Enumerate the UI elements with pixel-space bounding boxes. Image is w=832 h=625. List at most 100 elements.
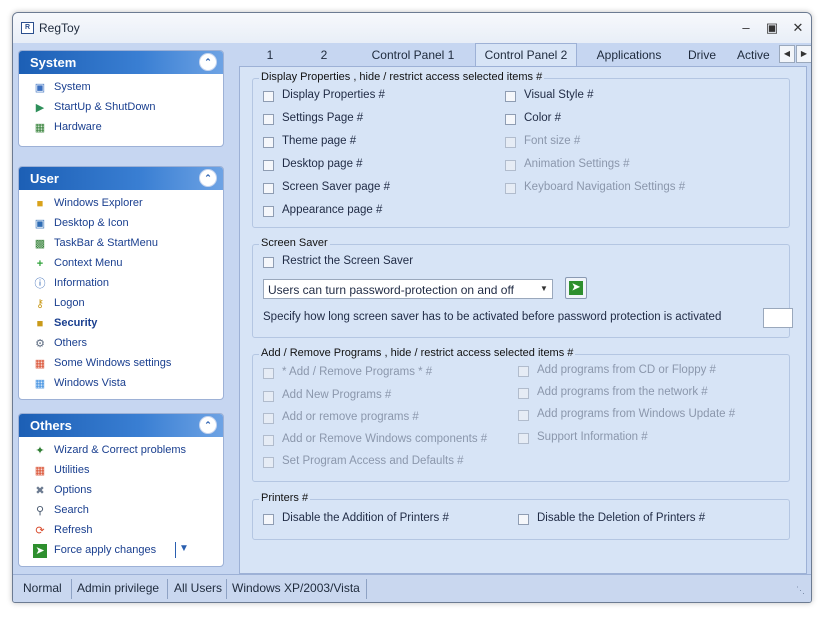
system-panel-header[interactable]: System ⌃ bbox=[19, 51, 223, 74]
info-icon: ⓘ bbox=[34, 278, 46, 290]
dropdown-value: Users can turn password-protection on an… bbox=[268, 283, 514, 297]
user-panel-header[interactable]: User ⌃ bbox=[19, 167, 223, 190]
green-arrow-icon: ➤ bbox=[569, 281, 583, 295]
gear-icon: ⚙ bbox=[35, 338, 45, 350]
app-window: R RegToy – ▣ ✕ System ⌃ ▣ System ▶ Start… bbox=[12, 12, 812, 603]
main-area: 1 2 Control Panel 1 Control Panel 2 Appl… bbox=[239, 43, 811, 574]
printers-title: Printers # bbox=[259, 492, 311, 504]
screen-saver-description: Specify how long screen saver has to be … bbox=[263, 311, 722, 323]
tab-scroll-left-icon[interactable]: ◀ bbox=[779, 45, 795, 63]
minimize-button[interactable]: – bbox=[735, 19, 757, 37]
close-button[interactable]: ✕ bbox=[787, 19, 809, 37]
plus-icon: + bbox=[36, 258, 44, 270]
tab-content-panel: Display Properties , hide / restrict acc… bbox=[239, 66, 807, 574]
tab-applications[interactable]: Applications bbox=[589, 45, 669, 66]
status-mode: Normal bbox=[23, 581, 62, 595]
wizard-icon: ✦ bbox=[35, 445, 45, 457]
checkbox-box bbox=[263, 368, 274, 379]
status-divider bbox=[366, 579, 367, 599]
display-properties-group: Display Properties , hide / restrict acc… bbox=[252, 71, 790, 228]
checkbox-box[interactable] bbox=[263, 114, 274, 125]
status-os: Windows XP/2003/Vista bbox=[232, 581, 360, 595]
screen-saver-title: Screen Saver bbox=[259, 237, 330, 249]
add-remove-programs-group: Add / Remove Programs , hide / restrict … bbox=[252, 347, 790, 482]
others-panel: Others ⌃ ✦ Wizard & Correct problems ▦ U… bbox=[18, 413, 224, 567]
collapse-up-icon[interactable]: ⌃ bbox=[199, 53, 217, 71]
password-protection-dropdown[interactable]: Users can turn password-protection on an… bbox=[263, 279, 553, 299]
key-icon: ⚷ bbox=[35, 298, 45, 310]
checkbox-box[interactable] bbox=[518, 514, 529, 525]
checkbox-box[interactable] bbox=[263, 206, 274, 217]
startup-icon: ▶ bbox=[35, 102, 45, 114]
password-delay-input[interactable] bbox=[763, 308, 793, 328]
checkbox-box[interactable] bbox=[505, 91, 516, 102]
checkbox-box bbox=[518, 410, 529, 421]
apply-arrow-icon: ➤ bbox=[33, 544, 47, 558]
display-properties-title: Display Properties , hide / restrict acc… bbox=[259, 71, 545, 83]
tab-active[interactable]: Active bbox=[737, 45, 777, 66]
tab-scroll-right-icon[interactable]: ▶ bbox=[796, 45, 811, 63]
hardware-icon: ▦ bbox=[34, 122, 46, 134]
status-divider bbox=[226, 579, 227, 599]
screen-saver-group: Screen Saver Restrict the Screen Saver U… bbox=[252, 237, 793, 338]
windows-flag-icon: ▦ bbox=[34, 358, 46, 370]
checkbox-box bbox=[263, 413, 274, 424]
checkbox-box bbox=[518, 366, 529, 377]
system-panel: System ⌃ ▣ System ▶ StartUp & ShutDown ▦… bbox=[18, 50, 224, 147]
tab-1[interactable]: 1 bbox=[249, 45, 291, 66]
checkbox-box[interactable] bbox=[263, 257, 274, 268]
sidebar: System ⌃ ▣ System ▶ StartUp & ShutDown ▦… bbox=[13, 43, 237, 574]
tab-strip: 1 2 Control Panel 1 Control Panel 2 Appl… bbox=[239, 43, 811, 67]
search-icon: ⚲ bbox=[35, 505, 45, 517]
tab-drive[interactable]: Drive bbox=[679, 45, 725, 66]
desktop-icon: ▣ bbox=[34, 218, 46, 230]
others-panel-header[interactable]: Others ⌃ bbox=[19, 414, 223, 437]
computer-icon: ▣ bbox=[34, 82, 46, 94]
checkbox-box[interactable] bbox=[263, 514, 274, 525]
apply-button[interactable]: ➤ bbox=[565, 277, 587, 299]
content-area: System ⌃ ▣ System ▶ StartUp & ShutDown ▦… bbox=[13, 43, 811, 574]
collapse-up-icon[interactable]: ⌃ bbox=[199, 169, 217, 187]
maximize-button[interactable]: ▣ bbox=[761, 19, 783, 37]
checkbox-box bbox=[505, 137, 516, 148]
system-panel-title: System bbox=[30, 55, 77, 70]
utilities-icon: ▦ bbox=[34, 465, 46, 477]
title-bar: R RegToy – ▣ ✕ bbox=[13, 13, 811, 43]
checkbox-box[interactable] bbox=[263, 137, 274, 148]
checkbox-box bbox=[505, 183, 516, 194]
printers-group: Printers # Disable the Addition of Print… bbox=[252, 492, 790, 540]
others-panel-title: Others bbox=[30, 418, 72, 433]
checkbox-box[interactable] bbox=[505, 114, 516, 125]
checkbox-box[interactable] bbox=[263, 160, 274, 171]
checkbox-box bbox=[263, 457, 274, 468]
resize-grip-icon[interactable]: ⋱ bbox=[796, 585, 805, 596]
checkbox-box bbox=[263, 435, 274, 446]
collapse-up-icon[interactable]: ⌃ bbox=[199, 416, 217, 434]
checkbox-box bbox=[263, 391, 274, 402]
tab-control-panel-1[interactable]: Control Panel 1 bbox=[363, 45, 463, 66]
folder-icon: ■ bbox=[36, 198, 44, 210]
windows-flag-icon: ▦ bbox=[34, 378, 46, 390]
regtoy-app-icon[interactable]: R bbox=[21, 22, 34, 34]
user-panel-title: User bbox=[30, 171, 59, 186]
options-icon: ✖ bbox=[35, 485, 45, 497]
status-divider bbox=[167, 579, 168, 599]
checkbox-box bbox=[505, 160, 516, 171]
status-scope: All Users bbox=[174, 581, 223, 595]
checkbox-box bbox=[518, 433, 529, 444]
tab-2[interactable]: 2 bbox=[303, 45, 345, 66]
checkbox-box[interactable] bbox=[263, 91, 274, 102]
status-bar: Normal Admin privilege All Users Windows… bbox=[13, 574, 811, 602]
lock-icon: ■ bbox=[36, 318, 44, 330]
status-divider bbox=[71, 579, 72, 599]
status-privilege: Admin privilege bbox=[77, 581, 160, 595]
refresh-icon: ⟳ bbox=[35, 525, 45, 537]
taskbar-icon: ▩ bbox=[34, 238, 46, 250]
checkbox-box[interactable] bbox=[263, 183, 274, 194]
chevron-down-icon[interactable]: ▼ bbox=[536, 280, 552, 298]
tab-control-panel-2[interactable]: Control Panel 2 bbox=[475, 43, 577, 67]
dropdown-arrow-icon[interactable]: ▼ bbox=[179, 543, 189, 554]
add-remove-programs-title: Add / Remove Programs , hide / restrict … bbox=[259, 347, 576, 359]
split-divider bbox=[175, 542, 176, 558]
window-title: RegToy bbox=[39, 21, 80, 35]
